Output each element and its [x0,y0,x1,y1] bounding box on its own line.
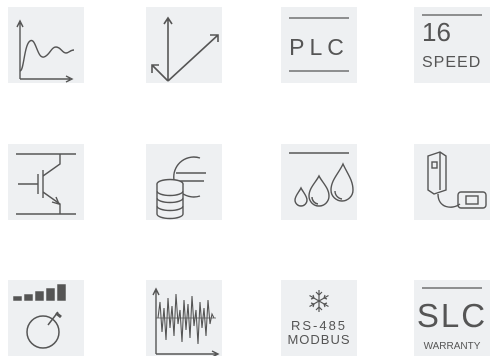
igbt-tile [8,144,84,220]
slc-warranty-tile: SLC WARRANTY [414,280,490,356]
plc-tile: PLC [281,7,357,83]
16-speed-icon: 16 SPEED [422,14,482,71]
rs485-modbus-tile: RS-485 MODBUS [281,280,357,356]
speed-label: SPEED [422,54,481,71]
step-response-tile [8,7,84,83]
slc-label: SLC [417,297,487,334]
vector-axes-icon [151,16,219,82]
speed-count: 16 [422,17,451,47]
keypad-display-tile [414,144,490,220]
snowflake-icon [309,290,329,312]
coins-euro-tile [146,144,222,220]
plc-label: PLC [289,34,349,60]
rs485-label: RS-485 [291,318,347,333]
vector-axes-tile [146,7,222,83]
speed-level-tile [8,280,84,356]
speed-level-knob-icon [13,284,66,349]
step-response-graph-icon [16,19,75,83]
16-speed-tile: 16 SPEED [414,7,490,83]
coins-euro-icon [156,156,206,220]
water-drops-tile [281,144,357,220]
noise-waveform-tile [146,280,222,356]
plc-icon: PLC [289,17,349,72]
rs485-modbus-icon: RS-485 MODBUS [287,290,350,347]
water-drops-icon [289,152,354,207]
igbt-transistor-icon [16,153,76,215]
keypad-display-icon [427,151,487,209]
noise-waveform-icon [152,287,220,356]
modbus-label: MODBUS [287,332,350,347]
warranty-label: WARRANTY [424,341,481,352]
slc-warranty-icon: SLC WARRANTY [417,287,487,352]
